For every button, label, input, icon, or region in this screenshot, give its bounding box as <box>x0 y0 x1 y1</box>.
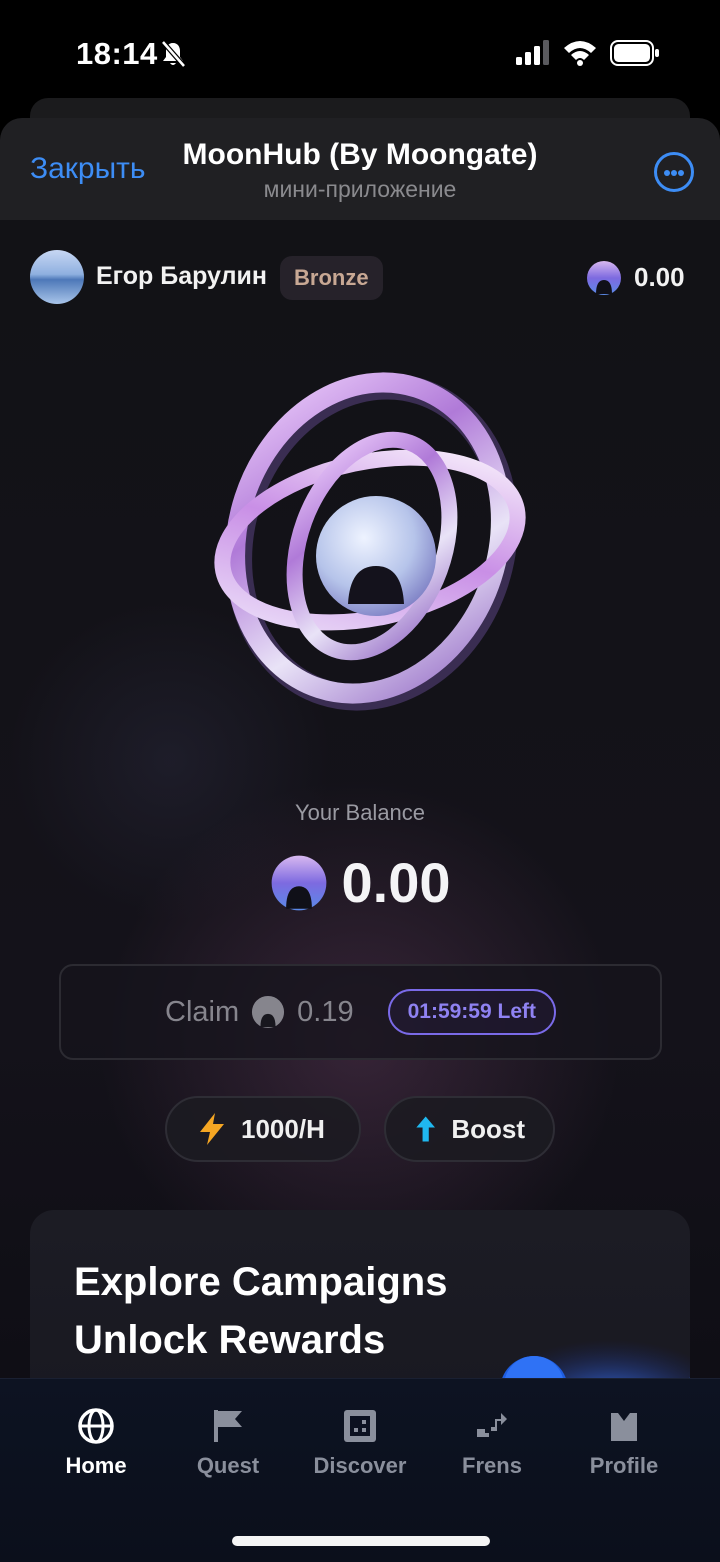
moon-coin-icon <box>252 995 285 1029</box>
nav-label-home: Home <box>65 1453 127 1478</box>
mini-app-sheet: Закрыть MoonHub (By Moongate) мини-прило… <box>0 118 720 1562</box>
balance-display: 0.00 <box>0 850 720 915</box>
bell-off-icon <box>161 40 186 68</box>
nav-label-profile: Profile <box>589 1453 659 1478</box>
signal-icon <box>516 40 549 65</box>
mining-rate-button[interactable]: 1000/H <box>165 1096 361 1162</box>
moon-coin-icon <box>587 261 621 295</box>
battery-icon <box>610 40 659 66</box>
nav-item-home[interactable]: Home <box>30 1407 162 1478</box>
more-dot-icon <box>664 170 670 176</box>
avatar[interactable] <box>30 250 84 304</box>
claim-timer-badge: 01:59:59 Left <box>387 989 556 1035</box>
bottom-nav: Home Quest Discover Frens Profile <box>0 1378 720 1562</box>
moon-coin-icon <box>271 855 326 910</box>
tier-badge: Bronze <box>280 256 383 300</box>
arrow-up-icon <box>416 1116 435 1142</box>
mining-rate-label: 1000/H <box>241 1113 325 1144</box>
lightning-icon <box>200 1113 224 1145</box>
balance-label: Your Balance <box>294 800 426 825</box>
status-time: 18:14 <box>76 36 158 71</box>
nav-label-quest: Quest <box>196 1453 260 1478</box>
nav-item-profile[interactable]: Profile <box>558 1407 690 1478</box>
nav-item-discover[interactable]: Discover <box>294 1407 426 1478</box>
profile-icon <box>611 1413 637 1441</box>
globe-icon <box>78 1408 114 1444</box>
boost-label: Boost <box>451 1113 525 1144</box>
nav-label-discover: Discover <box>313 1453 407 1478</box>
mini-app-header: Закрыть MoonHub (By Moongate) мини-прило… <box>0 118 720 220</box>
nav-label-frens: Frens <box>462 1453 522 1478</box>
app-title: MoonHub (By Moongate) <box>182 138 538 171</box>
status-bar: 18:14 <box>0 0 720 100</box>
more-options-button[interactable] <box>654 152 694 192</box>
moongate-logo-icon <box>214 372 526 711</box>
more-dot-icon <box>671 170 677 176</box>
header-balance: 0.00 <box>634 262 685 292</box>
flag-icon <box>214 1410 242 1442</box>
home-content: Егор Барулин Bronze 0.00 Your Balance 0.… <box>0 220 720 1562</box>
claim-button[interactable]: Claim 0.19 01:59:59 Left <box>59 964 662 1060</box>
claim-label: Claim <box>165 995 240 1028</box>
discover-icon <box>344 1410 376 1442</box>
frens-icon <box>477 1413 507 1437</box>
nav-item-frens[interactable]: Frens <box>426 1407 558 1478</box>
home-indicator[interactable] <box>232 1536 490 1546</box>
nav-item-quest[interactable]: Quest <box>162 1407 294 1478</box>
campaign-subtitle: Unlock Rewards <box>74 1318 386 1362</box>
boost-button[interactable]: Boost <box>384 1096 555 1162</box>
campaign-title: Explore Campaigns <box>74 1260 448 1304</box>
claim-amount: 0.19 <box>297 995 354 1028</box>
wifi-icon <box>564 41 596 66</box>
app-subtitle: мини-приложение <box>263 176 457 202</box>
balance-value: 0.00 <box>341 851 451 914</box>
more-dot-icon <box>678 170 684 176</box>
user-name: Егор Барулин <box>96 262 267 290</box>
